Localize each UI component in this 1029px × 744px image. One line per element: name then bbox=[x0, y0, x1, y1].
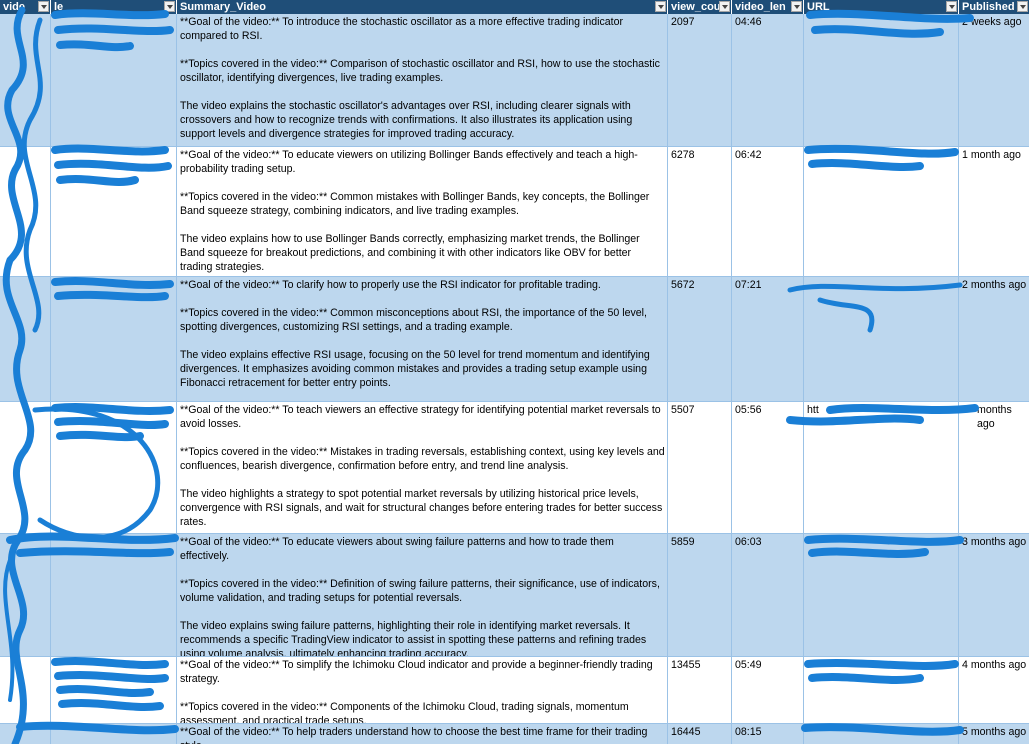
video-id-cell[interactable] bbox=[0, 657, 51, 723]
column-header-url[interactable]: URL bbox=[804, 0, 959, 14]
video-id-cell[interactable] bbox=[0, 534, 51, 656]
title-cell[interactable] bbox=[51, 277, 177, 401]
table-row[interactable]: **Goal of the video:** To simplify the I… bbox=[0, 657, 1029, 724]
table-row[interactable]: **Goal of the video:** To teach viewers … bbox=[0, 402, 1029, 534]
table-row[interactable]: **Goal of the video:** To educate viewer… bbox=[0, 147, 1029, 277]
url-cell[interactable] bbox=[804, 534, 959, 656]
table-row[interactable]: **Goal of the video:** To introduce the … bbox=[0, 14, 1029, 147]
filter-dropdown-icon[interactable] bbox=[655, 1, 666, 12]
summary-cell[interactable]: **Goal of the video:** To teach viewers … bbox=[177, 402, 668, 533]
length-cell[interactable]: 07:21 bbox=[732, 277, 804, 401]
table-row[interactable]: **Goal of the video:** To clarify how to… bbox=[0, 277, 1029, 402]
filter-dropdown-icon[interactable] bbox=[719, 1, 730, 12]
summary-cell[interactable]: **Goal of the video:** To help traders u… bbox=[177, 724, 668, 744]
summary-cell[interactable]: **Goal of the video:** To introduce the … bbox=[177, 14, 668, 146]
views-cell[interactable]: 5507 bbox=[668, 402, 732, 533]
column-header-summary[interactable]: Summary_Video bbox=[177, 0, 668, 14]
video-id-cell[interactable] bbox=[0, 402, 51, 533]
published-cell[interactable]: months ago bbox=[959, 402, 1029, 533]
url-cell[interactable] bbox=[804, 14, 959, 146]
length-cell[interactable]: 06:42 bbox=[732, 147, 804, 276]
filter-dropdown-icon[interactable] bbox=[38, 1, 49, 12]
title-cell[interactable] bbox=[51, 534, 177, 656]
summary-cell[interactable]: **Goal of the video:** To educate viewer… bbox=[177, 147, 668, 276]
column-header-length[interactable]: video_len bbox=[732, 0, 804, 14]
published-cell[interactable]: 5 months ago bbox=[959, 724, 1029, 744]
video-id-cell[interactable] bbox=[0, 277, 51, 401]
summary-cell[interactable]: **Goal of the video:** To clarify how to… bbox=[177, 277, 668, 401]
filter-dropdown-icon[interactable] bbox=[946, 1, 957, 12]
views-cell[interactable]: 6278 bbox=[668, 147, 732, 276]
video-id-cell[interactable] bbox=[0, 147, 51, 276]
length-cell[interactable]: 06:03 bbox=[732, 534, 804, 656]
length-cell[interactable]: 05:49 bbox=[732, 657, 804, 723]
views-cell[interactable]: 5672 bbox=[668, 277, 732, 401]
spreadsheet: vide le Summary_Video view_cou video_len… bbox=[0, 0, 1029, 744]
length-cell[interactable]: 08:15 bbox=[732, 724, 804, 744]
video-id-cell[interactable] bbox=[0, 14, 51, 146]
url-cell[interactable]: htt bbox=[804, 402, 959, 533]
views-cell[interactable]: 16445 bbox=[668, 724, 732, 744]
url-cell[interactable] bbox=[804, 147, 959, 276]
published-cell[interactable]: 2 months ago bbox=[959, 277, 1029, 401]
summary-cell[interactable]: **Goal of the video:** To educate viewer… bbox=[177, 534, 668, 656]
filter-dropdown-icon[interactable] bbox=[164, 1, 175, 12]
table-row[interactable]: **Goal of the video:** To educate viewer… bbox=[0, 534, 1029, 657]
views-cell[interactable]: 2097 bbox=[668, 14, 732, 146]
length-cell[interactable]: 04:46 bbox=[732, 14, 804, 146]
table-row[interactable]: **Goal of the video:** To help traders u… bbox=[0, 724, 1029, 744]
column-header-views[interactable]: view_cou bbox=[668, 0, 732, 14]
column-header-published[interactable]: Published bbox=[959, 0, 1029, 14]
title-cell[interactable] bbox=[51, 14, 177, 146]
filter-dropdown-icon[interactable] bbox=[1017, 1, 1028, 12]
published-cell[interactable]: 1 month ago bbox=[959, 147, 1029, 276]
url-cell[interactable] bbox=[804, 657, 959, 723]
title-cell[interactable] bbox=[51, 657, 177, 723]
column-header-video-id[interactable]: vide bbox=[0, 0, 51, 14]
title-cell[interactable] bbox=[51, 402, 177, 533]
title-cell[interactable] bbox=[51, 147, 177, 276]
views-cell[interactable]: 13455 bbox=[668, 657, 732, 723]
filter-dropdown-icon[interactable] bbox=[791, 1, 802, 12]
url-cell[interactable] bbox=[804, 724, 959, 744]
column-header-title[interactable]: le bbox=[51, 0, 177, 14]
summary-cell[interactable]: **Goal of the video:** To simplify the I… bbox=[177, 657, 668, 723]
video-id-cell[interactable] bbox=[0, 724, 51, 744]
length-cell[interactable]: 05:56 bbox=[732, 402, 804, 533]
published-cell[interactable]: 4 months ago bbox=[959, 657, 1029, 723]
published-cell[interactable]: 2 weeks ago bbox=[959, 14, 1029, 146]
views-cell[interactable]: 5859 bbox=[668, 534, 732, 656]
url-cell[interactable] bbox=[804, 277, 959, 401]
title-cell[interactable] bbox=[51, 724, 177, 744]
published-cell[interactable]: 3 months ago bbox=[959, 534, 1029, 656]
